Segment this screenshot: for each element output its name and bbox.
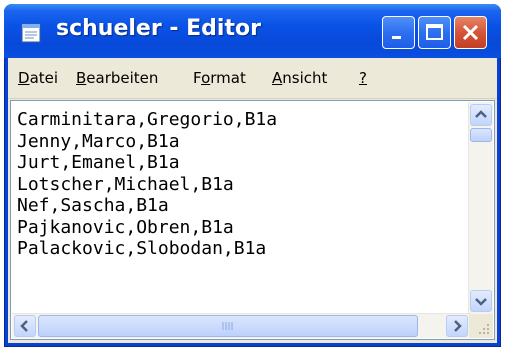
menu-bearbeiten[interactable]: Bearbeiten: [76, 69, 158, 87]
text-editor[interactable]: Carminitara,Gregorio,B1a Jenny,Marco,B1a…: [10, 100, 495, 340]
text-line: Palackovic,Slobodan,B1a: [17, 238, 267, 259]
vertical-scrollbar[interactable]: [468, 102, 493, 314]
maximize-icon: [426, 24, 443, 40]
menu-help[interactable]: ?: [359, 69, 367, 87]
grip-lines-icon: [222, 322, 233, 330]
scroll-left-button[interactable]: [14, 315, 36, 337]
arrow-right-icon: [454, 320, 462, 332]
text-line: Lotscher,Michael,B1a: [17, 173, 234, 195]
title-bar[interactable]: schueler - Editor: [4, 4, 501, 58]
resize-grip[interactable]: [469, 314, 493, 338]
text-line: Nef,Sascha,B1a: [17, 195, 169, 216]
notepad-icon[interactable]: [18, 22, 44, 44]
window-title: schueler - Editor: [56, 16, 261, 41]
close-icon: [462, 24, 479, 41]
client-area: Datei Bearbeiten Format Ansicht ? Carmin…: [8, 58, 497, 343]
text-line: Jurt,Emanel,B1a: [17, 152, 180, 173]
arrow-left-icon: [20, 320, 28, 332]
menu-bar: Datei Bearbeiten Format Ansicht ?: [8, 58, 497, 99]
menu-ansicht[interactable]: Ansicht: [272, 69, 327, 87]
text-line: Pajkanovic,Obren,B1a: [17, 216, 234, 238]
editor-text[interactable]: Carminitara,Gregorio,B1a Jenny,Marco,B1a…: [17, 109, 457, 309]
horizontal-scrollbar[interactable]: [12, 313, 470, 338]
close-button[interactable]: [454, 16, 487, 49]
scroll-down-button[interactable]: [470, 290, 492, 312]
minimize-icon: [392, 36, 401, 39]
text-line: Jenny,Marco,B1a: [17, 130, 180, 152]
scroll-up-button[interactable]: [470, 104, 492, 126]
text-line: Carminitara,Gregorio,B1a: [17, 109, 278, 130]
vertical-scroll-thumb[interactable]: [470, 128, 492, 142]
horizontal-scroll-thumb[interactable]: [38, 315, 418, 337]
resize-grip-icon: [479, 324, 489, 334]
maximize-button[interactable]: [418, 16, 451, 49]
minimize-button[interactable]: [382, 16, 415, 49]
menu-format[interactable]: Format: [193, 69, 246, 87]
arrow-down-icon: [475, 298, 487, 306]
arrow-up-icon: [475, 110, 487, 118]
notepad-window: schueler - Editor Datei Bearbeiten Forma…: [4, 4, 501, 347]
scroll-right-button[interactable]: [446, 315, 468, 337]
menu-datei[interactable]: Datei: [18, 69, 58, 87]
